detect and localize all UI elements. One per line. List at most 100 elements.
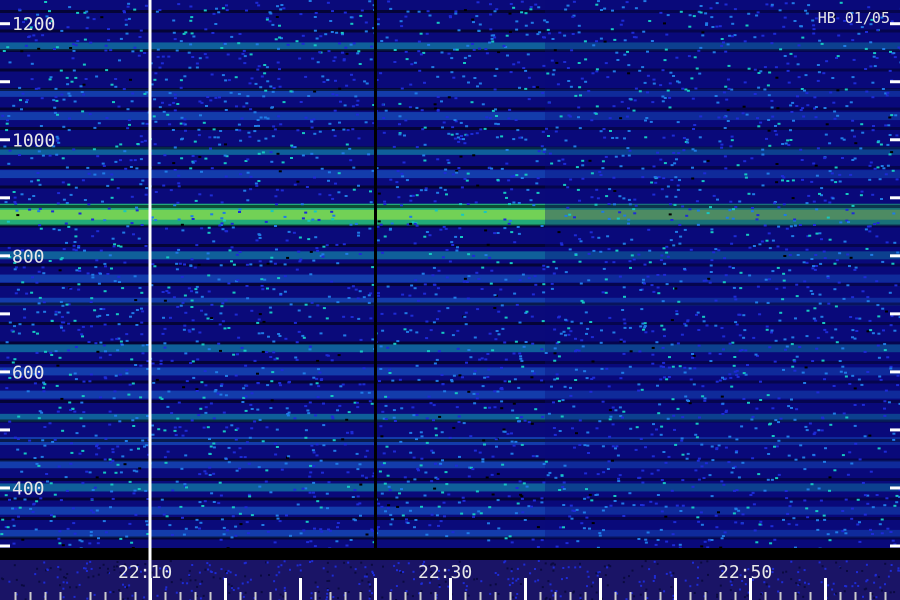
speckle xyxy=(613,38,617,41)
speckle xyxy=(451,126,455,129)
speckle xyxy=(43,444,47,447)
speckle xyxy=(102,164,106,167)
axis-speckle xyxy=(893,591,896,594)
speckle xyxy=(275,188,279,191)
speckle xyxy=(596,473,600,476)
speckle xyxy=(11,518,15,521)
axis-speckle xyxy=(552,562,555,565)
axis-speckle xyxy=(552,569,555,572)
speckle xyxy=(453,119,457,121)
speckle xyxy=(74,44,78,47)
speckle xyxy=(506,54,509,57)
speckle xyxy=(453,296,457,299)
speckle xyxy=(8,420,12,423)
speckle xyxy=(790,343,794,346)
speckle xyxy=(731,217,735,220)
speckle xyxy=(333,134,337,137)
speckle xyxy=(223,100,227,103)
speckle xyxy=(768,346,772,349)
speckle xyxy=(331,93,335,96)
speckle xyxy=(159,359,163,362)
speckle xyxy=(400,407,404,410)
speckle xyxy=(34,39,38,42)
speckle xyxy=(401,514,405,517)
axis-speckle xyxy=(534,568,536,570)
speckle xyxy=(508,203,511,206)
speckle xyxy=(301,42,305,45)
axis-speckle xyxy=(279,593,282,596)
speckle xyxy=(814,164,818,167)
speckle xyxy=(864,47,868,50)
speckle xyxy=(826,216,830,219)
speckle xyxy=(710,539,714,541)
speckle xyxy=(354,288,358,291)
speckle xyxy=(238,129,242,132)
speckle xyxy=(96,155,100,158)
speckle xyxy=(802,115,806,118)
speckle xyxy=(681,87,685,90)
speckle xyxy=(307,238,311,241)
speckle xyxy=(661,95,665,98)
speckle xyxy=(161,55,165,58)
speckle xyxy=(141,122,145,125)
speckle xyxy=(195,518,199,521)
speckle xyxy=(801,371,805,374)
speckle xyxy=(619,165,623,168)
speckle xyxy=(640,308,644,311)
speckle xyxy=(512,138,516,141)
speckle xyxy=(869,161,873,164)
speckle xyxy=(522,67,526,69)
speckle xyxy=(823,460,826,463)
speckle xyxy=(145,520,149,523)
speckle xyxy=(354,95,358,98)
speckle xyxy=(41,439,45,442)
speckle xyxy=(228,249,232,252)
speckle xyxy=(72,43,75,46)
axis-speckle xyxy=(92,575,95,578)
speckle xyxy=(656,286,660,289)
speckle xyxy=(134,513,138,516)
speckle xyxy=(582,527,586,530)
speckle xyxy=(277,47,280,50)
speckle xyxy=(746,506,750,509)
speckle xyxy=(131,312,135,315)
axis-speckle xyxy=(179,578,182,581)
speckle xyxy=(369,190,372,193)
speckle xyxy=(32,195,36,197)
speckle xyxy=(18,506,22,509)
speckle xyxy=(547,135,550,137)
speckle xyxy=(162,513,166,516)
speckle xyxy=(359,14,363,17)
speckle xyxy=(213,390,217,393)
axis-speckle xyxy=(66,581,69,584)
speckle xyxy=(466,172,470,175)
speckle xyxy=(714,299,718,302)
speckle xyxy=(44,350,47,353)
speckle xyxy=(85,10,89,13)
speckle xyxy=(272,288,276,291)
speckle xyxy=(735,323,739,326)
speckle xyxy=(133,489,137,492)
speckle xyxy=(880,165,884,167)
speckle xyxy=(473,449,477,452)
speckle xyxy=(356,406,360,409)
speckle xyxy=(718,353,722,355)
speckle xyxy=(117,323,121,326)
speckle xyxy=(669,71,673,74)
speckle xyxy=(503,227,507,230)
speckle xyxy=(165,515,169,518)
speckle xyxy=(254,82,258,85)
speckle xyxy=(104,44,108,47)
speckle xyxy=(326,78,330,81)
axis-speckle xyxy=(567,566,570,569)
axis-speckle xyxy=(243,562,246,565)
speckle xyxy=(219,130,223,132)
speckle xyxy=(436,75,440,78)
speckle xyxy=(119,159,122,162)
speckle xyxy=(224,79,228,82)
speckle xyxy=(617,477,620,480)
speckle xyxy=(250,427,254,430)
speckle xyxy=(441,126,444,129)
speckle xyxy=(754,427,758,430)
speckle xyxy=(450,133,454,136)
